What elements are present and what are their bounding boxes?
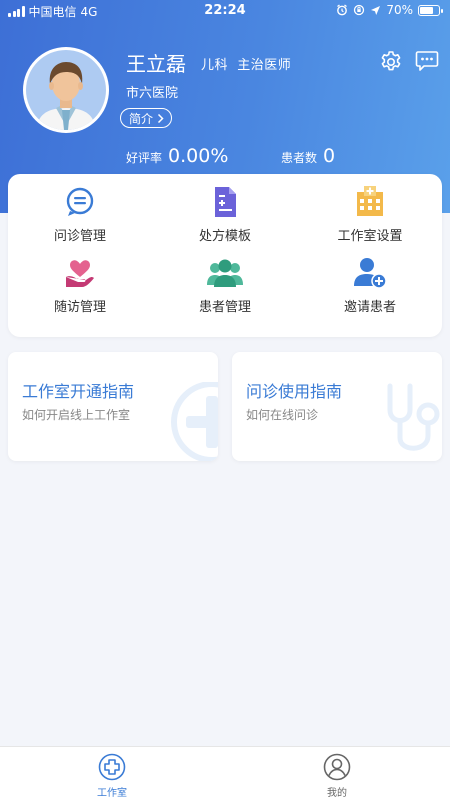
function-label: 患者管理	[198, 300, 251, 315]
tab-label: 我的	[327, 788, 347, 799]
tab-studio[interactable]: 工作室	[72, 753, 152, 799]
battery-percent: 70%	[386, 3, 413, 17]
tab-label: 工作室	[97, 788, 127, 799]
location-icon	[371, 5, 381, 15]
prescription-doc-icon	[215, 187, 236, 217]
invite-user-icon	[354, 258, 387, 289]
chat-bubble-icon	[66, 187, 94, 216]
studio-icon	[98, 753, 126, 781]
prescription-template-item[interactable]: 处方模板	[160, 186, 290, 244]
clinic-building-icon	[357, 186, 383, 216]
function-label: 处方模板	[198, 229, 251, 244]
studio-settings-item[interactable]: 工作室设置	[305, 186, 435, 244]
invite-patient-item[interactable]: 邀请患者	[305, 257, 435, 315]
patient-management-item[interactable]: 患者管理	[160, 257, 290, 315]
rotation-lock-icon	[354, 4, 365, 16]
tab-bar: 工作室 我的	[0, 746, 450, 800]
doctor-portrait	[26, 50, 106, 130]
function-label: 随访管理	[53, 300, 106, 315]
function-label: 邀请患者	[343, 300, 396, 315]
gear-icon	[381, 51, 401, 71]
heart-hand-icon	[66, 260, 94, 287]
status-right: 70%	[336, 3, 443, 17]
guide-title: 问诊使用指南	[246, 382, 343, 401]
doctor-hospital: 市六医院	[126, 86, 179, 101]
follow-up-management-item[interactable]: 随访管理	[15, 257, 145, 315]
patients-value: 0	[323, 145, 336, 167]
battery-level	[420, 6, 433, 14]
patients-label: 患者数	[281, 151, 318, 165]
messages-button[interactable]	[415, 50, 439, 72]
avatar[interactable]	[23, 47, 109, 133]
studio-guide-card[interactable]: 工作室开通指南 如何开启线上工作室	[8, 352, 218, 461]
patients-group-icon	[207, 259, 243, 287]
rating-stat: 好评率 0.00%	[126, 145, 228, 167]
stethoscope-icon	[387, 383, 440, 451]
chevron-right-icon	[157, 113, 164, 123]
function-label: 工作室设置	[337, 229, 403, 244]
guide-subtitle: 如何在线问诊	[246, 408, 319, 422]
rating-value: 0.00%	[168, 145, 229, 167]
patients-stat: 患者数 0	[281, 145, 335, 167]
guide-subtitle: 如何开启线上工作室	[22, 408, 131, 422]
doctor-name: 王立磊	[126, 52, 186, 76]
user-icon	[323, 753, 351, 781]
alarm-icon	[337, 4, 348, 16]
consultation-management-item[interactable]: 问诊管理	[15, 186, 145, 244]
function-label: 问诊管理	[53, 229, 106, 244]
message-icon	[415, 51, 439, 71]
battery-icon	[418, 4, 443, 16]
intro-label: 简介	[129, 111, 154, 126]
guide-title: 工作室开通指南	[22, 382, 135, 401]
doctor-department-title: 儿科 主治医师	[201, 58, 292, 73]
function-grid-card: 问诊管理 处方模板 工作室设置 随访管理 患者管理 邀请患者	[8, 174, 442, 337]
tab-mine[interactable]: 我的	[297, 753, 377, 799]
settings-button[interactable]	[379, 50, 403, 74]
consultation-guide-card[interactable]: 问诊使用指南 如何在线问诊	[232, 352, 442, 461]
status-bar: 中国电信 4G 22:24 70%	[0, 0, 450, 22]
medical-cross-icon	[171, 382, 218, 461]
rating-label: 好评率	[126, 151, 163, 165]
intro-button[interactable]: 简介	[120, 108, 173, 128]
